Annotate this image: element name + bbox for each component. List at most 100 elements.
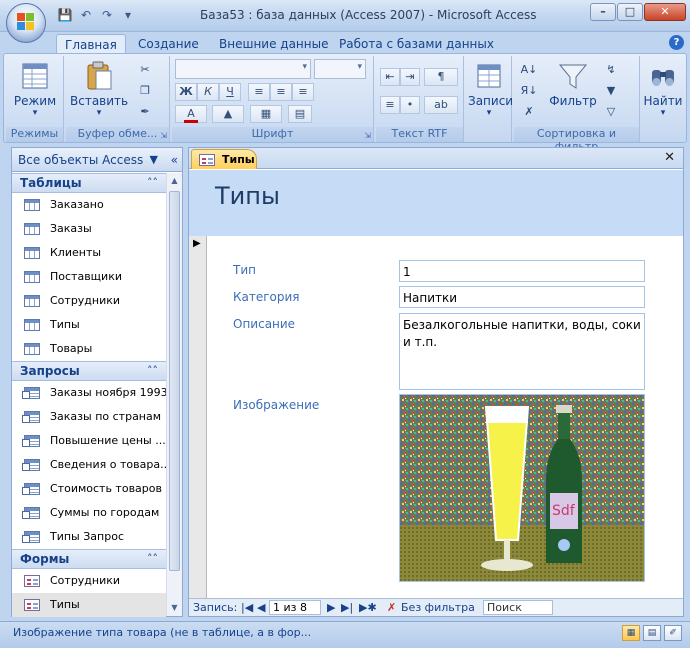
tab-external-data[interactable]: Внешние данные	[211, 34, 336, 54]
save-icon[interactable]: 💾	[56, 7, 74, 23]
minimize-button[interactable]: –	[590, 3, 616, 21]
scroll-up-icon[interactable]: ▲	[167, 173, 182, 189]
record-selector[interactable]: ▶	[189, 236, 207, 601]
selection-filter-icon[interactable]: ↯	[602, 62, 620, 78]
increase-indent-icon[interactable]: ⇥	[400, 68, 420, 86]
nav-item-label: Типы	[50, 318, 80, 331]
category-field[interactable]: Напитки	[399, 286, 645, 308]
advanced-filter-icon[interactable]: ▼	[602, 83, 620, 99]
first-record-icon[interactable]: |◀	[241, 601, 253, 614]
nav-item-query[interactable]: Сведения о товара...	[12, 453, 166, 477]
nav-collapse-icon[interactable]: «	[171, 148, 178, 172]
format-painter-icon[interactable]: ✒	[136, 104, 154, 120]
nav-item-query[interactable]: Стоимость товаров	[12, 477, 166, 501]
field-label-type: Тип	[233, 263, 256, 277]
fill-color-icon[interactable]: ▲	[212, 105, 244, 123]
copy-icon[interactable]: ❐	[136, 83, 154, 99]
gridlines-icon[interactable]: ▦	[250, 105, 282, 123]
nav-item-table[interactable]: Сотрудники	[12, 289, 166, 313]
toggle-filter-icon[interactable]: ▽	[602, 104, 620, 120]
previous-record-icon[interactable]: ◀	[257, 601, 265, 614]
font-color-icon[interactable]: A	[175, 105, 207, 123]
maximize-button[interactable]: □	[617, 3, 643, 21]
sort-descending-icon[interactable]: Я↓	[520, 83, 538, 99]
nav-item-form[interactable]: Сотрудники	[12, 569, 166, 593]
description-field[interactable]: Безалкогольные напитки, воды, соки и т.п…	[399, 313, 645, 390]
nav-item-query[interactable]: Суммы по городам	[12, 501, 166, 525]
section-collapse-icon[interactable]: ˄˄	[147, 174, 158, 192]
last-record-icon[interactable]: ▶|	[341, 601, 353, 614]
nav-item-form-selected[interactable]: Типы	[12, 593, 166, 617]
view-button[interactable]: Режим ▾	[12, 58, 58, 118]
decrease-indent-icon[interactable]: ⇤	[380, 68, 400, 86]
new-record-icon[interactable]: ▶✱	[359, 601, 377, 614]
nav-scrollbar[interactable]: ▲ ▼	[166, 173, 182, 616]
find-button[interactable]: Найти ▾	[642, 58, 684, 118]
nav-section-queries[interactable]: Запросы ˄˄	[12, 361, 166, 381]
records-button[interactable]: Записи ▾	[468, 58, 513, 118]
sort-ascending-icon[interactable]: A↓	[520, 62, 538, 78]
form-view-icon[interactable]: ▦	[622, 625, 640, 641]
nav-item-table[interactable]: Заказы	[12, 217, 166, 241]
layout-view-icon[interactable]: ▤	[643, 625, 661, 641]
next-record-icon[interactable]: ▶	[327, 601, 335, 614]
paste-button[interactable]: Вставить ▾	[70, 58, 128, 118]
group-views: Режим ▾ Режимы	[6, 56, 64, 142]
highlight-icon[interactable]: ab	[424, 96, 458, 114]
italic-button[interactable]: К	[197, 83, 219, 101]
font-size-combo[interactable]	[314, 59, 366, 79]
scroll-thumb[interactable]	[169, 191, 180, 571]
nav-item-table[interactable]: Клиенты	[12, 241, 166, 265]
numbering-icon[interactable]: ≡	[380, 96, 400, 114]
nav-item-query[interactable]: Заказы по странам	[12, 405, 166, 429]
redo-icon[interactable]: ↷	[98, 7, 116, 23]
nav-item-table[interactable]: Заказано	[12, 193, 166, 217]
nav-item-query[interactable]: Повышение цены ...	[12, 429, 166, 453]
nav-item-table[interactable]: Товары	[12, 337, 166, 361]
align-left-icon[interactable]: ≡	[248, 83, 270, 101]
quick-access-toolbar: 💾 ↶ ↷ ▾	[56, 7, 137, 23]
alternate-fill-icon[interactable]: ▤	[288, 105, 312, 123]
close-window-button[interactable]: ✕	[644, 3, 686, 21]
align-right-icon[interactable]: ≡	[292, 83, 314, 101]
clipboard-launcher-icon[interactable]: ⇲	[160, 131, 167, 140]
scroll-down-icon[interactable]: ▼	[167, 600, 182, 616]
form-header: Типы	[189, 170, 683, 236]
nav-item-query[interactable]: Заказы ноября 1993	[12, 381, 166, 405]
clear-sort-icon[interactable]: ✗	[520, 104, 538, 120]
filter-button[interactable]: Фильтр	[548, 58, 598, 108]
filter-status[interactable]: Без фильтра	[401, 601, 475, 614]
nav-header[interactable]: Все объекты Access ▼ «	[12, 148, 182, 172]
cut-icon[interactable]: ✂	[136, 62, 154, 78]
nav-menu-dropdown-icon[interactable]: ▼	[150, 148, 158, 172]
document-tab-types[interactable]: Типы	[191, 149, 257, 169]
underline-button[interactable]: Ч	[219, 83, 241, 101]
nav-section-tables[interactable]: Таблицы ˄˄	[12, 173, 166, 193]
current-record-field[interactable]: 1 из 8	[269, 600, 321, 615]
section-collapse-icon[interactable]: ˄˄	[147, 362, 158, 380]
nav-list: Таблицы ˄˄ Заказано Заказы Клиенты Постав…	[12, 173, 166, 617]
nav-section-forms[interactable]: Формы ˄˄	[12, 549, 166, 569]
picture-field[interactable]: Sdf	[399, 394, 645, 582]
tab-create[interactable]: Создание	[130, 34, 207, 54]
paragraph-direction-icon[interactable]: ¶	[424, 68, 458, 86]
font-name-combo[interactable]	[175, 59, 311, 79]
nav-item-table[interactable]: Типы	[12, 313, 166, 337]
align-center-icon[interactable]: ≡	[270, 83, 292, 101]
customize-qat-icon[interactable]: ▾	[119, 7, 137, 23]
font-launcher-icon[interactable]: ⇲	[364, 131, 371, 140]
section-collapse-icon[interactable]: ˄˄	[147, 550, 158, 568]
bullets-icon[interactable]: •	[400, 96, 420, 114]
type-field[interactable]: 1	[399, 260, 645, 282]
help-icon[interactable]: ?	[669, 35, 684, 50]
design-view-icon[interactable]: ✐	[664, 625, 682, 641]
nav-item-query[interactable]: Типы Запрос	[12, 525, 166, 549]
bold-button[interactable]: Ж	[175, 83, 197, 101]
nav-item-table[interactable]: Поставщики	[12, 265, 166, 289]
search-input[interactable]: Поиск	[483, 600, 553, 615]
tab-database-tools[interactable]: Работа с базами данных	[331, 34, 502, 54]
office-button[interactable]	[6, 3, 46, 43]
undo-icon[interactable]: ↶	[77, 7, 95, 23]
tab-home[interactable]: Главная	[56, 34, 126, 54]
close-document-icon[interactable]: ✕	[664, 150, 675, 165]
